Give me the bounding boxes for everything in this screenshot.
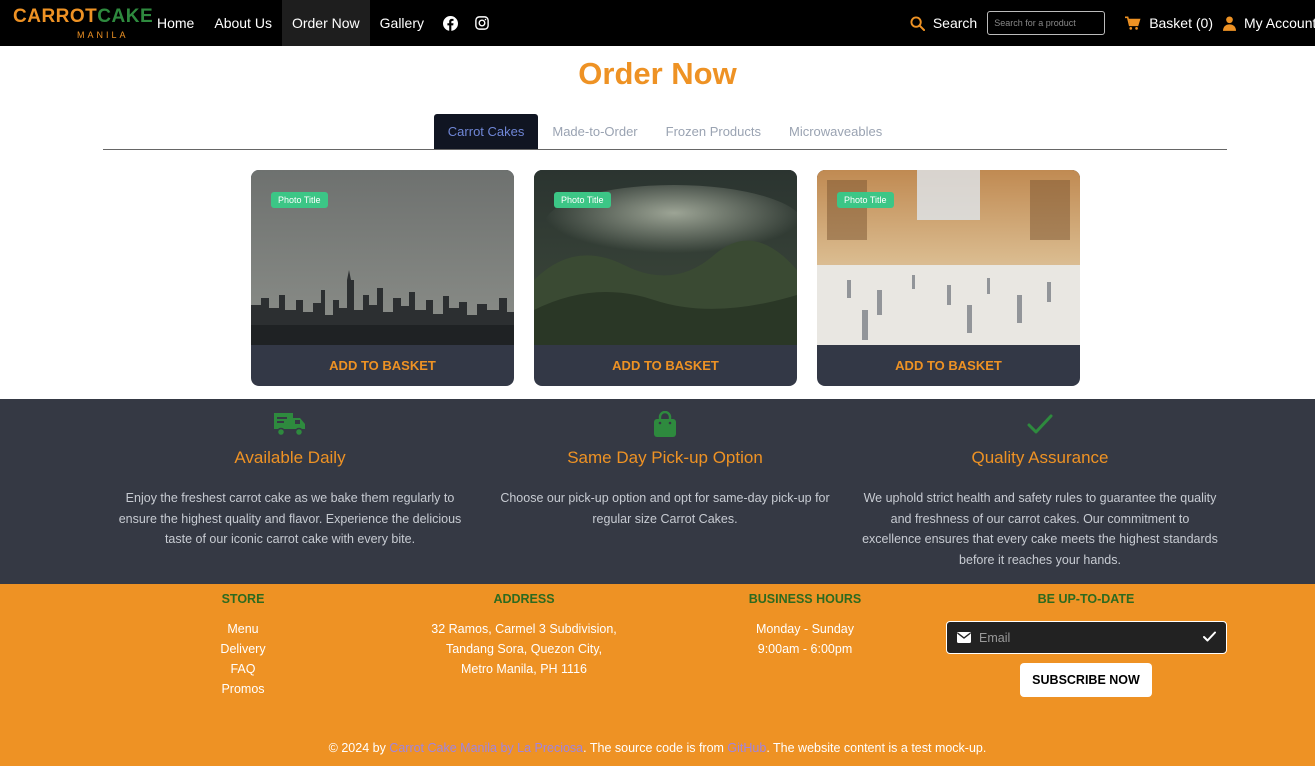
feature-text: We uphold strict health and safety rules… — [862, 491, 1218, 567]
footer-business-hours: BUSINESS HOURS Monday - Sunday 9:00am - … — [705, 592, 905, 659]
tab-made-to-order[interactable]: Made-to-Order — [538, 114, 651, 149]
tab-carrot-cakes[interactable]: Carrot Cakes — [433, 114, 539, 149]
nav-link-order-now[interactable]: Order Now — [281, 0, 370, 46]
brand-name-part1: CARROT — [13, 6, 98, 27]
footer-heading: BE UP-TO-DATE — [1037, 592, 1135, 606]
user-icon — [1223, 15, 1236, 31]
basket-link[interactable]: Basket (0) — [1125, 15, 1213, 31]
envelope-icon — [957, 632, 971, 643]
footer-newsletter: BE UP-TO-DATE — [986, 592, 1186, 606]
footer-heading: BUSINESS HOURS — [748, 592, 862, 606]
brand-logo[interactable]: CARROTCAKE MANILA — [13, 6, 153, 42]
feature-title: Same Day Pick-up Option — [567, 448, 763, 467]
add-to-basket-button[interactable]: ADD TO BASKET — [534, 345, 797, 386]
footer-link-delivery[interactable]: Delivery — [143, 639, 343, 659]
subscribe-button[interactable]: SUBSCRIBE NOW — [1020, 663, 1152, 697]
footer-link-faq[interactable]: FAQ — [143, 659, 343, 679]
basket-label: Basket (0) — [1149, 15, 1213, 31]
photo-title-badge: Photo Title — [554, 192, 611, 208]
github-link[interactable]: GitHub — [727, 741, 766, 755]
feature-title: Available Daily — [234, 448, 346, 467]
cart-icon — [1125, 15, 1141, 31]
brand-subtitle: MANILA — [77, 30, 129, 40]
copyright-prefix: © 2024 by — [328, 741, 390, 755]
instagram-icon[interactable] — [466, 0, 498, 46]
facebook-icon[interactable] — [434, 0, 466, 46]
feature-text: Choose our pick-up option and opt for sa… — [500, 491, 830, 526]
address-line: Metro Manila, PH 1116 — [461, 662, 587, 676]
footer-heading: STORE — [221, 592, 265, 606]
account-link[interactable]: My Account — [1223, 15, 1315, 31]
category-tabs: Carrot Cakes Made-to-Order Frozen Produc… — [103, 114, 1227, 150]
copyright-middle: . The source code is from — [583, 741, 728, 755]
newsletter-email-box — [946, 621, 1227, 654]
navbar: CARROTCAKE MANILA Home About Us Order No… — [0, 0, 1315, 46]
feature-same-day-pickup: Same Day Pick-up Option Choose our pick-… — [485, 399, 845, 529]
nav-link-gallery[interactable]: Gallery — [370, 0, 434, 46]
feature-title: Quality Assurance — [971, 448, 1109, 467]
hours-line: 9:00am - 6:00pm — [757, 642, 853, 656]
nav-link-about-us[interactable]: About Us — [204, 0, 282, 46]
footer-address: ADDRESS 32 Ramos, Carmel 3 Subdivision, … — [394, 592, 654, 679]
footer-link-menu[interactable]: Menu — [143, 619, 343, 639]
copyright-text: © 2024 by Carrot Cake Manila by La Preci… — [0, 741, 1315, 755]
check-icon — [860, 409, 1220, 439]
email-input[interactable] — [979, 630, 1203, 645]
copyright-suffix: . The website content is a test mock-up. — [766, 741, 987, 755]
hours-line: Monday - Sunday — [756, 622, 854, 636]
footer-heading: ADDRESS — [493, 592, 555, 606]
nav-links: Home About Us Order Now Gallery — [147, 0, 498, 46]
check-icon — [1203, 629, 1216, 647]
address-line: 32 Ramos, Carmel 3 Subdivision, — [431, 622, 617, 636]
feature-quality-assurance: Quality Assurance We uphold strict healt… — [860, 399, 1220, 570]
nav-link-home[interactable]: Home — [147, 0, 204, 46]
tab-microwaveables[interactable]: Microwaveables — [775, 114, 896, 149]
search-input[interactable] — [987, 11, 1106, 35]
product-card: Photo Title ADD TO BASKET — [251, 170, 514, 386]
address-line: Tandang Sora, Quezon City, — [445, 642, 603, 656]
brand-link[interactable]: Carrot Cake Manila by La Preciosa — [389, 741, 583, 755]
nav-right: Search Basket (0) My Account — [910, 0, 1315, 46]
add-to-basket-button[interactable]: ADD TO BASKET — [817, 345, 1080, 386]
search-icon[interactable] — [910, 15, 925, 31]
truck-icon — [110, 409, 470, 439]
account-label: My Account — [1244, 15, 1315, 31]
search-label: Search — [932, 15, 978, 31]
photo-title-badge: Photo Title — [271, 192, 328, 208]
product-card: Photo Title ADD TO BASKET — [817, 170, 1080, 386]
add-to-basket-button[interactable]: ADD TO BASKET — [251, 345, 514, 386]
shopping-bag-icon — [485, 409, 845, 439]
footer-link-promos[interactable]: Promos — [143, 679, 343, 699]
search-group: Search — [910, 11, 1106, 35]
product-card: Photo Title ADD TO BASKET — [534, 170, 797, 386]
features-section: Available Daily Enjoy the freshest carro… — [0, 399, 1315, 584]
footer-store: STORE Menu Delivery FAQ Promos — [143, 592, 343, 699]
tab-frozen-products[interactable]: Frozen Products — [652, 114, 775, 149]
photo-title-badge: Photo Title — [837, 192, 894, 208]
feature-text: Enjoy the freshest carrot cake as we bak… — [118, 491, 462, 546]
page-title: Order Now — [578, 56, 737, 91]
brand-name-part2: CAKE — [97, 6, 154, 27]
feature-available-daily: Available Daily Enjoy the freshest carro… — [110, 399, 470, 550]
